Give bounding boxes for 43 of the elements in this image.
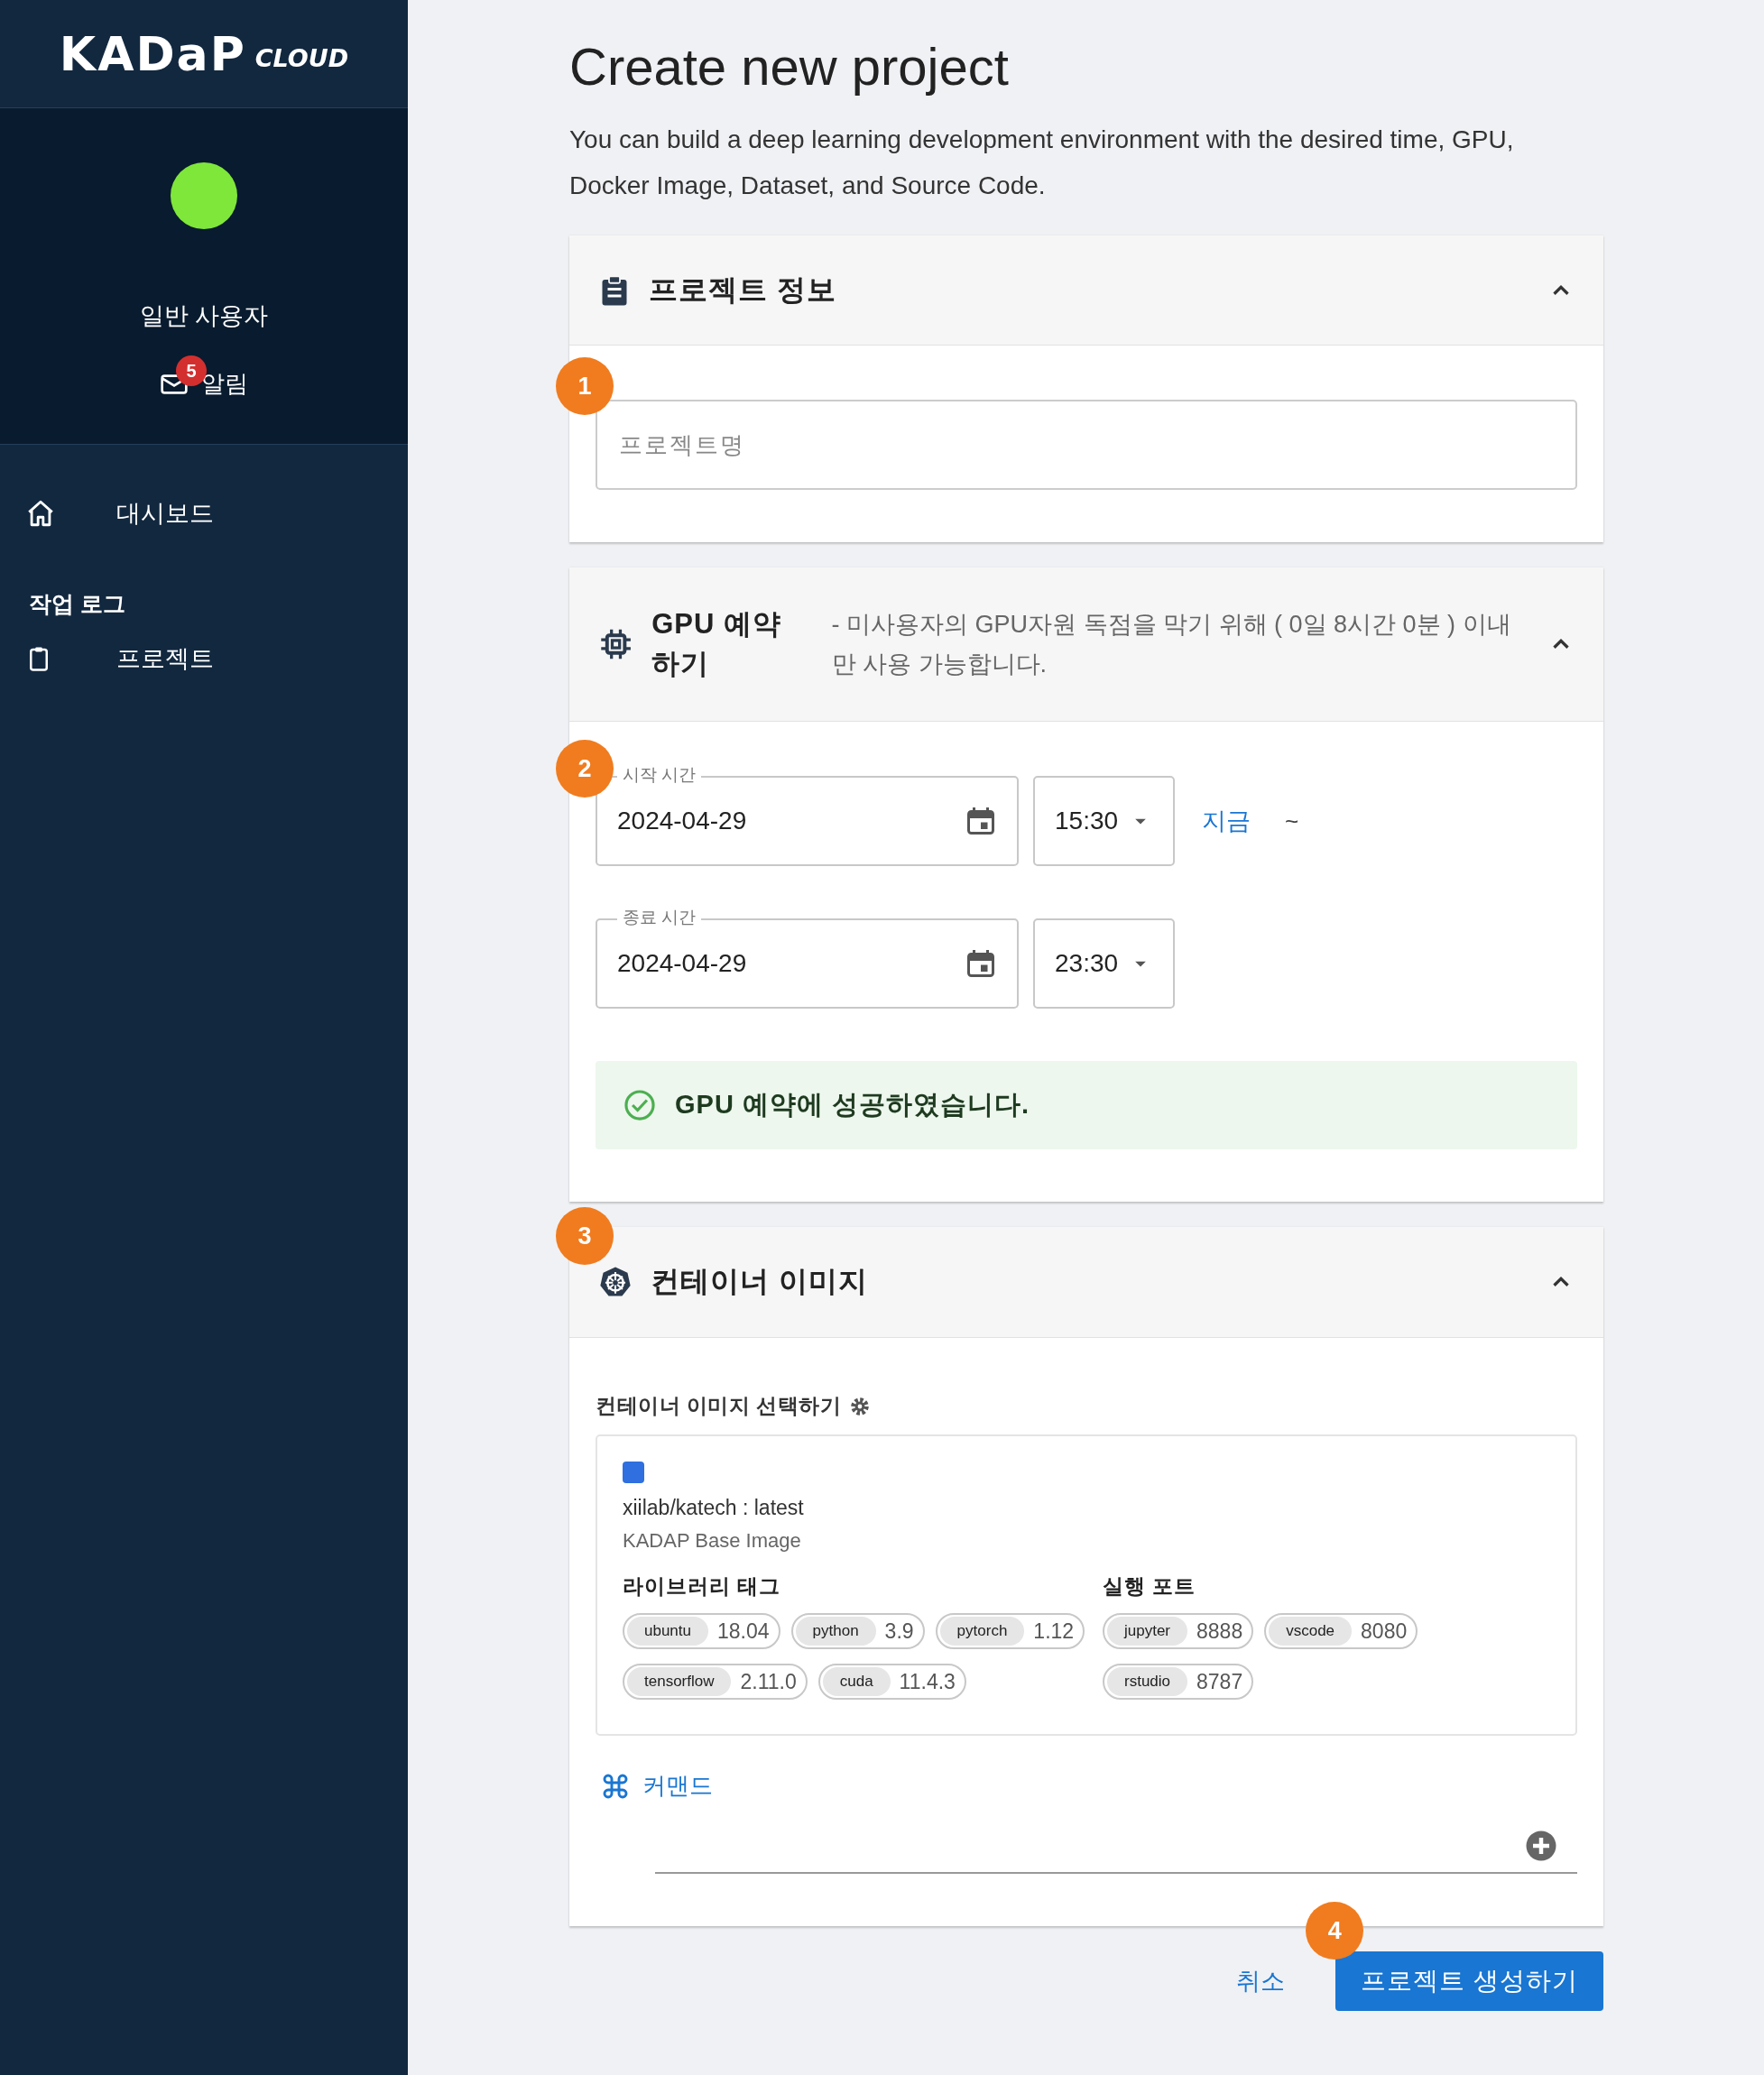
section-title: 프로젝트 정보 <box>649 272 836 308</box>
home-icon <box>25 498 56 529</box>
reservation-note: - 미사용자의 GPU자원 독점을 막기 위해 ( 0일 8시간 0분 ) 이내 만 사용 가능합니다. <box>831 610 1512 679</box>
now-link[interactable]: 지금 <box>1202 805 1251 837</box>
step-marker: 2 <box>556 740 614 798</box>
page-title: Create new project <box>569 36 1010 97</box>
sidebar-heading: 작업 로그 <box>28 590 126 618</box>
calendar-icon[interactable] <box>965 805 997 837</box>
time-select[interactable]: 15:30 <box>1033 776 1175 866</box>
column-heading: 라이브러리 태그 <box>623 1573 782 1600</box>
library-tag: ubuntu 18.04 <box>623 1613 780 1649</box>
library-tag: pytorch 1.12 <box>935 1613 1085 1649</box>
success-alert: GPU 예약에 성공하였습니다. <box>596 1061 1577 1149</box>
port-tag: vscode 8080 <box>1264 1613 1418 1649</box>
cancel-button[interactable]: 취소 <box>1231 1964 1291 1998</box>
step-marker: 3 <box>556 1207 614 1265</box>
library-tag: tensorflow 2.11.0 <box>623 1664 808 1700</box>
image-card[interactable]: xiilab/katech : latest KADAP Base Image 라이브러리 태그 ubuntu 18.04 python 3.9 pytorch 1.12 tensorflow 2.11.0 cuda 11.4.3 실행 포트 jupyter 8888 vscode 8080 rstudio 8787 <box>596 1434 1577 1736</box>
library-tag: python 3.9 <box>790 1613 925 1649</box>
field-label: 컨테이너 이미지 선택하기 <box>596 1393 842 1419</box>
checkbox[interactable] <box>623 1462 644 1483</box>
image-description: KADAP Base Image <box>623 1529 802 1553</box>
port-tag: jupyter 8888 <box>1103 1613 1254 1649</box>
section-title: GPU 예약하기 <box>651 607 782 681</box>
sidebar-item[interactable]: 프로젝트 <box>0 632 408 686</box>
library-tag: cuda 11.4.3 <box>817 1664 966 1700</box>
time-select[interactable]: 23:30 <box>1033 918 1175 1009</box>
project-name-field[interactable]: 프로젝트명 <box>596 400 1577 490</box>
port-tag: rstudio 8787 <box>1103 1664 1254 1700</box>
create-project-button[interactable]: 프로젝트 생성하기 <box>1335 1951 1603 2011</box>
command-label: 커맨드 <box>642 1771 713 1801</box>
image-name: xiilab/katech : latest <box>623 1496 805 1520</box>
add-icon[interactable] <box>1525 1830 1557 1862</box>
section-title: 컨테이너 이미지 <box>651 1264 868 1299</box>
check-circle-icon <box>623 1088 657 1122</box>
range-separator: ~ <box>1285 807 1299 835</box>
calendar-icon[interactable] <box>965 947 997 980</box>
column-heading: 실행 포트 <box>1103 1573 1197 1600</box>
user-name: 일반 사용자 <box>139 301 269 331</box>
helm-wheel-icon <box>598 1265 633 1299</box>
page-description: You can build a deep learning development environment with the desired time, GPU, Docker Image, Dataset, and Source Code. <box>569 124 1515 201</box>
step-marker: 1 <box>556 357 614 415</box>
sidebar-item[interactable]: 대시보드 <box>0 486 408 540</box>
